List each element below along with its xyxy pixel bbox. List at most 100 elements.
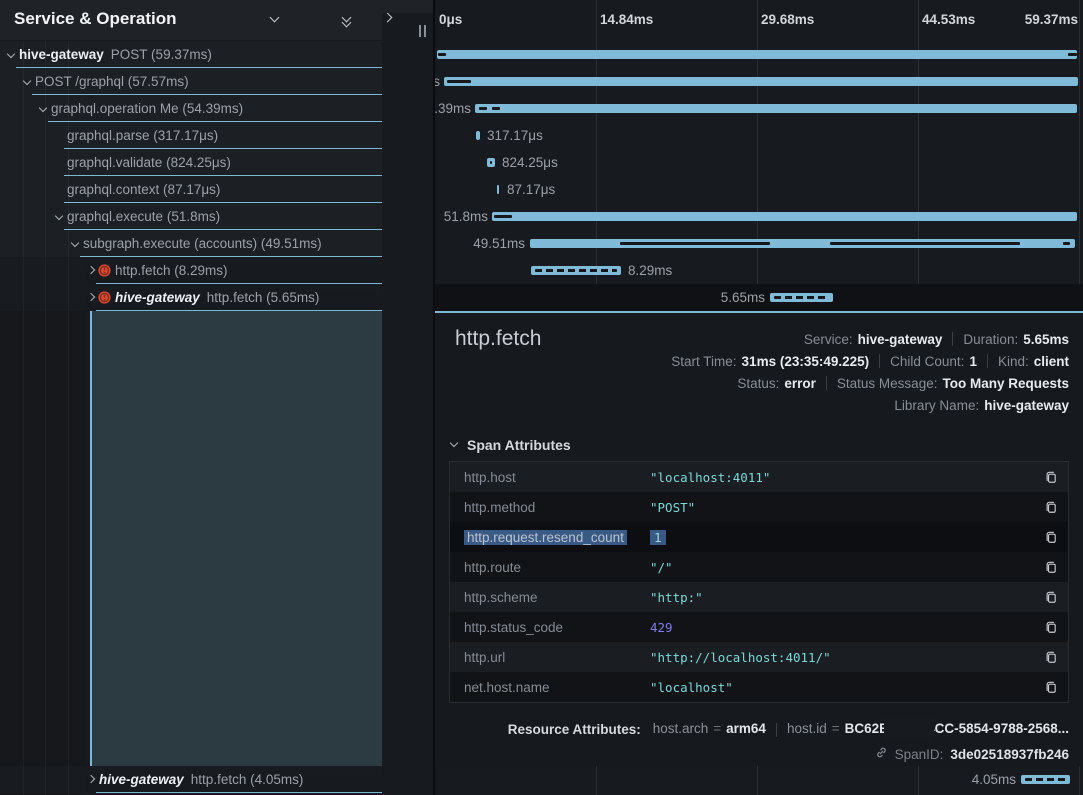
- timeline-row[interactable]: 54.39ms: [435, 95, 1083, 122]
- operation-name: http.fetch (4.05ms): [191, 772, 304, 787]
- operation-name: http.fetch (5.65ms): [207, 290, 320, 305]
- timeline-panel: 0μs14.84ms29.68ms44.53ms59.37ms 57.57ms5…: [435, 0, 1083, 795]
- span-bar[interactable]: [487, 158, 495, 167]
- span-bar[interactable]: [444, 77, 1078, 86]
- chevron-right-icon[interactable]: [305, 13, 319, 27]
- chevron-down-icon[interactable]: [6, 50, 16, 60]
- copy-icon[interactable]: [1038, 680, 1058, 694]
- span-bar[interactable]: [530, 239, 1075, 248]
- meta-value: 5.65ms: [1023, 332, 1069, 347]
- attribute-key: http.route: [464, 560, 650, 575]
- attribute-value: 1: [650, 530, 1038, 545]
- operation-name: http.fetch (8.29ms): [115, 263, 228, 278]
- timeline-row[interactable]: 317.17μs: [435, 122, 1083, 149]
- tree-row[interactable]: hive-gatewayPOST (59.37ms): [0, 41, 433, 68]
- attribute-value: "localhost:4011": [650, 470, 1038, 485]
- timeline-row[interactable]: 4.05ms: [435, 766, 1083, 793]
- span-event-mark: [830, 242, 1020, 245]
- span-duration-label: 824.25μs: [502, 149, 558, 176]
- tree-row-selected[interactable]: hive-gatewayhttp.fetch (5.65ms): [0, 284, 433, 311]
- timeline-row[interactable]: 51.8ms: [435, 203, 1083, 230]
- span-attributes-toggle[interactable]: Span Attributes: [449, 437, 571, 453]
- meta-value: 31ms (23:35:49.225): [742, 354, 870, 369]
- copy-icon[interactable]: [1038, 620, 1058, 634]
- copy-icon[interactable]: [1038, 470, 1058, 484]
- attribute-row[interactable]: http.scheme"http:": [450, 582, 1068, 612]
- copy-icon[interactable]: [1038, 650, 1058, 664]
- equals-sign: =: [713, 721, 721, 736]
- span-bar[interactable]: [475, 104, 1077, 113]
- chevron-down-icon[interactable]: [70, 239, 80, 249]
- attribute-value: "localhost": [650, 680, 1038, 695]
- operation-name: POST /graphql (57.57ms): [35, 74, 189, 89]
- meta-divider: [987, 354, 988, 368]
- span-label: graphql.parse (317.17μs): [67, 122, 218, 149]
- attribute-row[interactable]: http.host"localhost:4011": [450, 462, 1068, 492]
- copy-icon[interactable]: [1038, 560, 1058, 574]
- meta-value: Too Many Requests: [942, 376, 1069, 391]
- panel-divider[interactable]: [433, 0, 435, 795]
- timeline-row[interactable]: 824.25μs: [435, 149, 1083, 176]
- attribute-row[interactable]: http.status_code429: [450, 612, 1068, 642]
- timeline-row[interactable]: 57.57ms: [435, 68, 1083, 95]
- span-bar[interactable]: [1021, 775, 1070, 784]
- meta-label: Child Count:: [890, 354, 964, 369]
- span-duration-label: 87.17μs: [507, 176, 555, 203]
- timeline-row[interactable]: 49.51ms: [435, 230, 1083, 257]
- selected-text: 1: [650, 530, 666, 545]
- panel-resize-handle[interactable]: [418, 25, 427, 37]
- meta-label: Library Name:: [894, 398, 979, 413]
- attribute-value: "/": [650, 560, 1038, 575]
- timeline-row[interactable]: 8.29ms: [435, 257, 1083, 284]
- span-event-mark: [535, 269, 617, 272]
- meta-value: 1: [969, 354, 977, 369]
- meta-value: client: [1034, 354, 1069, 369]
- attribute-row[interactable]: http.route"/": [450, 552, 1068, 582]
- span-label: graphql.validate (824.25μs): [67, 149, 231, 176]
- attribute-row[interactable]: http.method"POST": [450, 492, 1068, 522]
- span-meta: Service:hive-gatewayDuration:5.65msStart…: [671, 328, 1069, 416]
- attribute-row[interactable]: http.request.resend_count1: [450, 522, 1068, 552]
- tree-row[interactable]: hive-gatewayhttp.fetch (4.05ms): [0, 766, 433, 793]
- span-bar[interactable]: [531, 266, 621, 275]
- attribute-row[interactable]: http.url"http://localhost:4011/": [450, 642, 1068, 672]
- tree-row[interactable]: graphql.operation Me (54.39ms): [0, 95, 433, 122]
- timeline-row[interactable]: 87.17μs: [435, 176, 1083, 203]
- timeline-row[interactable]: [435, 41, 1083, 68]
- chevron-down-icon[interactable]: [38, 104, 48, 114]
- double-chevron-right-icon[interactable]: [377, 13, 391, 27]
- span-bar[interactable]: [497, 185, 499, 194]
- copy-icon[interactable]: [1038, 500, 1058, 514]
- attribute-key: http.request.resend_count: [464, 530, 650, 545]
- error-icon: [98, 291, 111, 309]
- span-label: graphql.execute (51.8ms): [67, 203, 220, 230]
- copy-icon[interactable]: [1038, 590, 1058, 604]
- span-bar[interactable]: [476, 131, 480, 140]
- operation-name: POST (59.37ms): [111, 47, 212, 62]
- attribute-row[interactable]: net.host.name"localhost": [450, 672, 1068, 702]
- chevron-down-icon[interactable]: [269, 13, 283, 27]
- tree-row[interactable]: graphql.context (87.17μs): [0, 176, 433, 203]
- span-bar[interactable]: [770, 293, 833, 302]
- span-bar[interactable]: [437, 50, 1077, 59]
- span-attributes-heading: Span Attributes: [467, 437, 571, 453]
- tree-row[interactable]: graphql.parse (317.17μs): [0, 122, 433, 149]
- span-event-mark: [1068, 53, 1077, 56]
- link-icon[interactable]: [875, 746, 888, 762]
- resource-attributes-heading[interactable]: Resource Attributes:: [508, 722, 641, 737]
- tree-row[interactable]: graphql.validate (824.25μs): [0, 149, 433, 176]
- tree-row[interactable]: http.fetch (8.29ms): [0, 257, 433, 284]
- attribute-key: net.host.name: [464, 680, 650, 695]
- meta-value: hive-gateway: [984, 398, 1069, 413]
- tree-row[interactable]: POST /graphql (57.57ms): [0, 68, 433, 95]
- timeline-row-selected[interactable]: 5.65ms: [435, 284, 1083, 311]
- chevron-right-icon[interactable]: [884, 717, 934, 741]
- tree-row[interactable]: subgraph.execute (accounts) (49.51ms): [0, 230, 433, 257]
- double-chevron-down-icon[interactable]: [341, 13, 355, 27]
- meta-value: hive-gateway: [858, 332, 943, 347]
- span-label: graphql.context (87.17μs): [67, 176, 220, 203]
- span-bar[interactable]: [492, 212, 1077, 221]
- tree-row[interactable]: graphql.execute (51.8ms): [0, 203, 433, 230]
- chevron-down-icon[interactable]: [54, 212, 64, 222]
- copy-icon[interactable]: [1038, 530, 1058, 544]
